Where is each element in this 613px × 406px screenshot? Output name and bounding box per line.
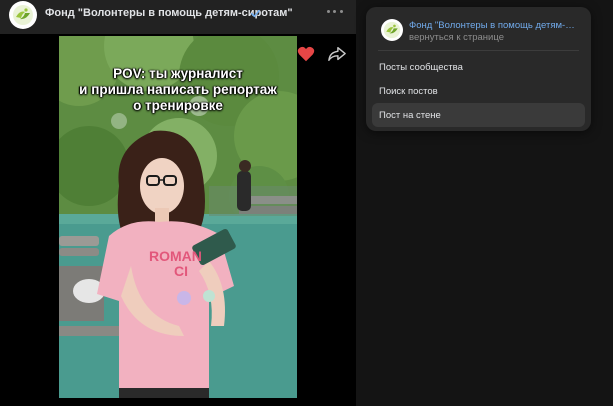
community-nav-dropdown: Фонд "Волонтеры в помощь детям-сиротам" … xyxy=(366,7,591,131)
caption-line: POV: ты журналист xyxy=(113,66,243,81)
media-area: ROMAN CI POV: ты журналист и пришла напи… xyxy=(0,34,356,406)
share-arrow-icon[interactable] xyxy=(328,46,346,62)
caption-line: о тренировке xyxy=(133,98,223,113)
community-title-link[interactable]: Фонд "Волонтеры в помощь детям-сиротам" xyxy=(409,20,579,31)
caption-line: и пришла написать репортаж xyxy=(79,82,277,97)
page: Фонд "Волонтеры в помощь детям-сиротам" xyxy=(0,0,613,406)
menu-item-community-posts[interactable]: Посты сообщества xyxy=(372,55,585,79)
menu-item-label: Поиск постов xyxy=(379,85,438,97)
shirt-print-text: ROMAN xyxy=(149,248,202,264)
back-to-page-link[interactable]: вернуться к странице xyxy=(409,32,504,43)
more-horizontal-icon[interactable] xyxy=(325,4,345,18)
video-player[interactable]: ROMAN CI POV: ты журналист и пришла напи… xyxy=(59,36,297,398)
hands-logo-icon xyxy=(383,21,401,39)
community-logo[interactable] xyxy=(9,1,37,29)
community-logo-small[interactable] xyxy=(381,19,403,41)
menu-item-label: Посты сообщества xyxy=(379,61,463,73)
menu-item-search-posts[interactable]: Поиск постов xyxy=(372,79,585,103)
post-header: Фонд "Волонтеры в помощь детям-сиротам" xyxy=(0,0,356,34)
menu-item-label: Пост на стене xyxy=(379,109,441,121)
divider xyxy=(378,50,579,51)
svg-text:CI: CI xyxy=(174,263,188,279)
hands-logo-icon xyxy=(13,5,33,25)
menu-item-wall-post[interactable]: Пост на стене xyxy=(372,103,585,127)
post-panel: Фонд "Волонтеры в помощь детям-сиротам" xyxy=(0,0,356,406)
heart-filled-icon[interactable] xyxy=(297,45,315,63)
verified-check-icon xyxy=(251,9,260,18)
video-caption: POV: ты журналист и пришла написать репо… xyxy=(59,66,297,114)
